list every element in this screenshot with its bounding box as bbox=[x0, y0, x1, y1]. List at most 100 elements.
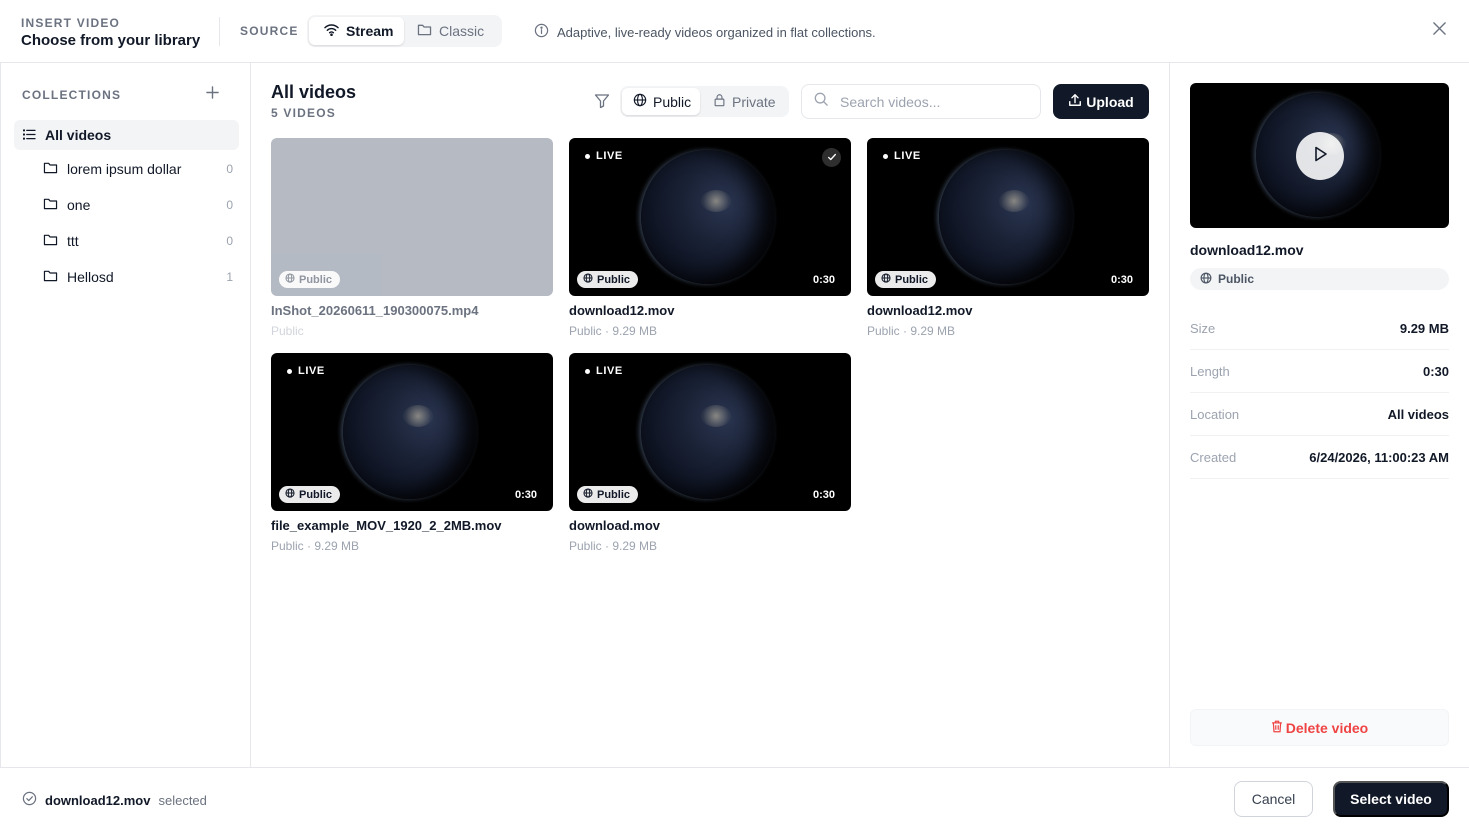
earth-thumbnail bbox=[939, 150, 1073, 284]
detail-value: 0:30 bbox=[1422, 363, 1449, 379]
folder-name: Hellosd bbox=[67, 269, 114, 285]
detail-row-size: Size 9.29 MB bbox=[1190, 307, 1449, 350]
trash-icon bbox=[1271, 720, 1283, 736]
globe-icon bbox=[583, 273, 593, 286]
sidebar-item-folder[interactable]: Hellosd 1 bbox=[43, 263, 233, 291]
visibility-badge: Public bbox=[279, 271, 341, 288]
source-label: SOURCE bbox=[240, 24, 299, 38]
folder-icon bbox=[43, 269, 58, 285]
sidebar-item-folder[interactable]: lorem ipsum dollar 0 bbox=[43, 155, 233, 183]
video-meta: Public · 9.29 MB bbox=[569, 539, 658, 553]
folder-name: one bbox=[67, 197, 91, 213]
live-label: LIVE bbox=[894, 150, 921, 162]
modal-footer: download12.mov selected Cancel Select vi… bbox=[0, 767, 1469, 829]
sidebar-item-folder[interactable]: one 0 bbox=[43, 191, 233, 219]
video-card[interactable]: LIVE Public 0:30 download12.mov Public ·… bbox=[867, 138, 1149, 338]
detail-value: 9.29 MB bbox=[1399, 320, 1449, 336]
select-video-button[interactable]: Select video bbox=[1333, 781, 1449, 817]
source-info: Adaptive, live-ready videos organized in… bbox=[534, 23, 876, 41]
source-switch: Stream Classic bbox=[307, 15, 502, 47]
source-tab-classic[interactable]: Classic bbox=[417, 17, 497, 45]
info-text: Adaptive, live-ready videos organized in… bbox=[557, 24, 876, 40]
globe-icon bbox=[583, 488, 593, 501]
sidebar-item-label: All videos bbox=[45, 127, 112, 143]
globe-icon bbox=[881, 273, 891, 286]
video-thumbnail[interactable]: LIVE Public 0:30 bbox=[569, 138, 851, 296]
video-card[interactable]: Public InShot_20260611_190300075.mp4 Pub… bbox=[271, 138, 553, 338]
globe-icon bbox=[285, 488, 295, 501]
folder-count: 0 bbox=[226, 198, 233, 212]
visibility-tab-public[interactable]: Public bbox=[622, 88, 700, 115]
detail-row-length: Length 0:30 bbox=[1190, 350, 1449, 393]
live-badge: LIVE bbox=[585, 365, 623, 377]
video-name: download.mov bbox=[569, 518, 660, 533]
detail-value: 6/24/2026, 11:00:23 AM bbox=[1309, 449, 1449, 465]
folder-count: 0 bbox=[226, 162, 233, 176]
modal-eyebrow: INSERT VIDEO bbox=[21, 16, 121, 30]
add-collection-button[interactable] bbox=[202, 85, 222, 105]
video-meta: Public bbox=[271, 324, 304, 338]
detail-row-location: Location All videos bbox=[1190, 393, 1449, 436]
selected-video-name: download12.mov bbox=[45, 792, 151, 808]
visibility-badge: Public bbox=[875, 271, 937, 288]
earth-thumbnail bbox=[641, 365, 775, 499]
video-card[interactable]: LIVE Public 0:30 download.mov Public · 9… bbox=[569, 353, 851, 553]
folder-count: 1 bbox=[226, 270, 233, 284]
video-card[interactable]: LIVE Public 0:30 download12.mov Public ·… bbox=[569, 138, 851, 338]
earth-thumbnail bbox=[641, 150, 775, 284]
live-label: LIVE bbox=[596, 365, 623, 377]
live-label: LIVE bbox=[596, 150, 623, 162]
visibility-tab-label: Public bbox=[653, 93, 692, 110]
page-title: All videos bbox=[271, 82, 357, 102]
video-thumbnail[interactable]: LIVE Public 0:30 bbox=[867, 138, 1149, 296]
plus-icon bbox=[205, 86, 219, 104]
folder-icon bbox=[43, 197, 58, 213]
sidebar-item-folder[interactable]: ttt 0 bbox=[43, 227, 233, 255]
detail-key: Length bbox=[1190, 363, 1230, 379]
video-card[interactable]: LIVE Public 0:30 file_example_MOV_1920_2… bbox=[271, 353, 553, 553]
details-title: download12.mov bbox=[1190, 242, 1304, 258]
folder-icon bbox=[417, 23, 432, 39]
wifi-icon bbox=[324, 23, 339, 39]
selected-suffix: selected bbox=[158, 792, 207, 808]
header-divider bbox=[219, 17, 220, 46]
visibility-badge-label: Public bbox=[895, 273, 929, 286]
globe-icon bbox=[633, 93, 647, 110]
video-duration: 0:30 bbox=[1110, 274, 1133, 286]
selected-check bbox=[822, 148, 841, 167]
cancel-button[interactable]: Cancel bbox=[1234, 781, 1313, 817]
video-thumbnail[interactable]: Public bbox=[271, 138, 553, 296]
folder-icon bbox=[43, 233, 58, 249]
filter-icon bbox=[594, 94, 610, 113]
search-icon bbox=[814, 92, 828, 111]
earth-thumbnail bbox=[343, 365, 477, 499]
video-thumbnail[interactable]: LIVE Public 0:30 bbox=[271, 353, 553, 511]
preview-thumbnail[interactable] bbox=[1190, 83, 1449, 228]
modal-title: Choose from your library bbox=[21, 32, 201, 49]
collections-label: COLLECTIONS bbox=[22, 88, 122, 102]
video-thumbnail[interactable]: LIVE Public 0:30 bbox=[569, 353, 851, 511]
detail-row-created: Created 6/24/2026, 11:00:23 AM bbox=[1190, 436, 1449, 479]
live-badge: LIVE bbox=[287, 365, 325, 377]
close-button[interactable] bbox=[1429, 21, 1449, 41]
visibility-badge-label: Public bbox=[299, 273, 333, 286]
video-duration: 0:30 bbox=[812, 489, 835, 501]
filter-button[interactable] bbox=[594, 93, 610, 109]
video-duration: 0:30 bbox=[812, 274, 835, 286]
modal-header: INSERT VIDEO Choose from your library SO… bbox=[0, 0, 1469, 63]
detail-key: Created bbox=[1190, 449, 1237, 465]
list-icon bbox=[22, 127, 36, 143]
play-icon bbox=[1311, 145, 1329, 168]
visibility-badge-label: Public bbox=[299, 488, 333, 501]
sidebar-item-all-videos[interactable]: All videos bbox=[14, 120, 239, 150]
video-duration: 0:30 bbox=[514, 489, 537, 501]
source-tab-stream[interactable]: Stream bbox=[309, 17, 404, 45]
delete-video-button[interactable]: Delete video bbox=[1190, 709, 1449, 746]
check-circle-icon bbox=[22, 791, 37, 809]
upload-button[interactable]: Upload bbox=[1053, 84, 1149, 119]
collections-sidebar: COLLECTIONS All videos lorem ipsum dolla… bbox=[0, 63, 251, 767]
search-input[interactable] bbox=[840, 93, 1020, 110]
video-meta: Public · 9.29 MB bbox=[867, 324, 956, 338]
visibility-tab-private[interactable]: Private bbox=[713, 88, 785, 115]
play-button[interactable] bbox=[1296, 132, 1344, 180]
